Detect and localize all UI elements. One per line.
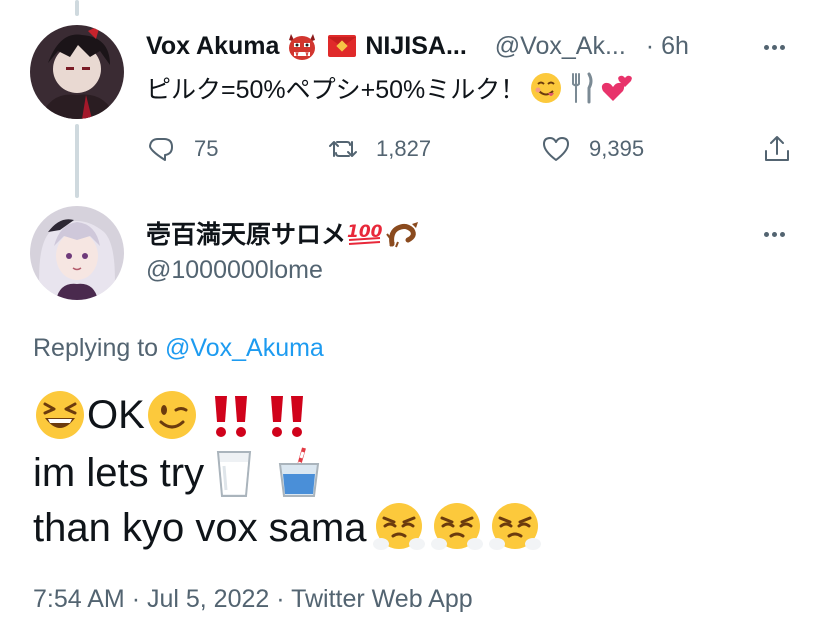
face-with-steam-emoji [429, 500, 485, 556]
reply-count: 75 [194, 136, 219, 161]
double-exclamation-emoji [265, 388, 313, 442]
heart-icon [543, 137, 569, 161]
reply-button[interactable]: 75 [146, 134, 218, 164]
thread-line-top [75, 0, 79, 16]
two-hearts-emoji [601, 71, 635, 105]
reply-icon [149, 138, 173, 161]
tweet-1-name-row: Vox Akuma NIJISA... @Vox_Ak... · 6h [146, 30, 689, 62]
fork-knife-emoji [567, 71, 597, 105]
share-icon [765, 136, 789, 161]
display-name-suffix[interactable]: NIJISA... [365, 32, 466, 61]
retweet-icon [329, 141, 357, 157]
handle[interactable]: @Vox_Ak... [495, 32, 626, 61]
meta-separator: · [276, 585, 285, 613]
more-options-icon[interactable] [764, 45, 785, 50]
like-count: 9,395 [589, 136, 645, 161]
tweet-time-link[interactable]: 7:54 AM [33, 585, 125, 613]
tweet-text-line-1: OK [33, 388, 313, 442]
tweet-text-thanks: than kyo vox sama [33, 505, 367, 550]
replying-prefix: Replying to [33, 334, 159, 362]
face-with-steam-emoji [371, 500, 427, 556]
tweet-source-link[interactable]: Twitter Web App [291, 585, 473, 613]
share-button[interactable] [762, 134, 792, 164]
timestamp[interactable]: · 6h [646, 32, 689, 61]
winking-face-emoji [145, 388, 199, 442]
tweet-1-text-row: ピルク=50%ペプシ+50%ミルク！ [146, 70, 635, 106]
display-name[interactable]: Vox Akuma [146, 32, 279, 61]
more-options-icon[interactable] [764, 232, 785, 237]
tweet-text-try: im lets try [33, 450, 205, 495]
like-button[interactable]: 9,395 [541, 134, 644, 164]
tweet-meta: 7:54 AM · Jul 5, 2022 · Twitter Web App [33, 585, 473, 614]
meta-separator: · [131, 585, 141, 613]
glass-of-milk-emoji [212, 446, 256, 500]
red-envelope-emoji [325, 32, 359, 60]
savoring-face-emoji [529, 71, 563, 105]
salome-avatar[interactable] [30, 206, 124, 300]
ogre-emoji [285, 30, 319, 62]
display-name[interactable]: 壱百満天原サロメ [146, 215, 346, 251]
tweet-2-name-row: 壱百満天原サロメ 100 [146, 215, 422, 251]
retweet-count: 1,827 [376, 136, 432, 161]
tweet-text-line-2: im lets try [33, 446, 324, 500]
cup-with-straw-emoji [274, 446, 324, 500]
tweet-text-ok: OK [87, 392, 145, 437]
face-with-steam-emoji [487, 500, 543, 556]
vox-akuma-avatar[interactable] [30, 25, 124, 119]
thread-line [75, 124, 79, 198]
hundred-points-emoji: 100 [346, 219, 384, 247]
grinning-squinting-face-emoji [33, 388, 87, 442]
double-exclamation-emoji [209, 388, 257, 442]
replying-to: Replying to @Vox_Akuma [33, 334, 324, 363]
tweet-date-link[interactable]: Jul 5, 2022 [147, 585, 269, 613]
retweet-button[interactable]: 1,827 [328, 134, 431, 164]
tweet-text-line-3: than kyo vox sama [33, 500, 543, 556]
scorpion-emoji [386, 218, 422, 248]
handle[interactable]: @1000000lome [146, 256, 323, 285]
replying-handle-link[interactable]: @Vox_Akuma [165, 334, 324, 362]
tweet-text: ピルク=50%ペプシ+50%ミルク！ [146, 76, 526, 104]
